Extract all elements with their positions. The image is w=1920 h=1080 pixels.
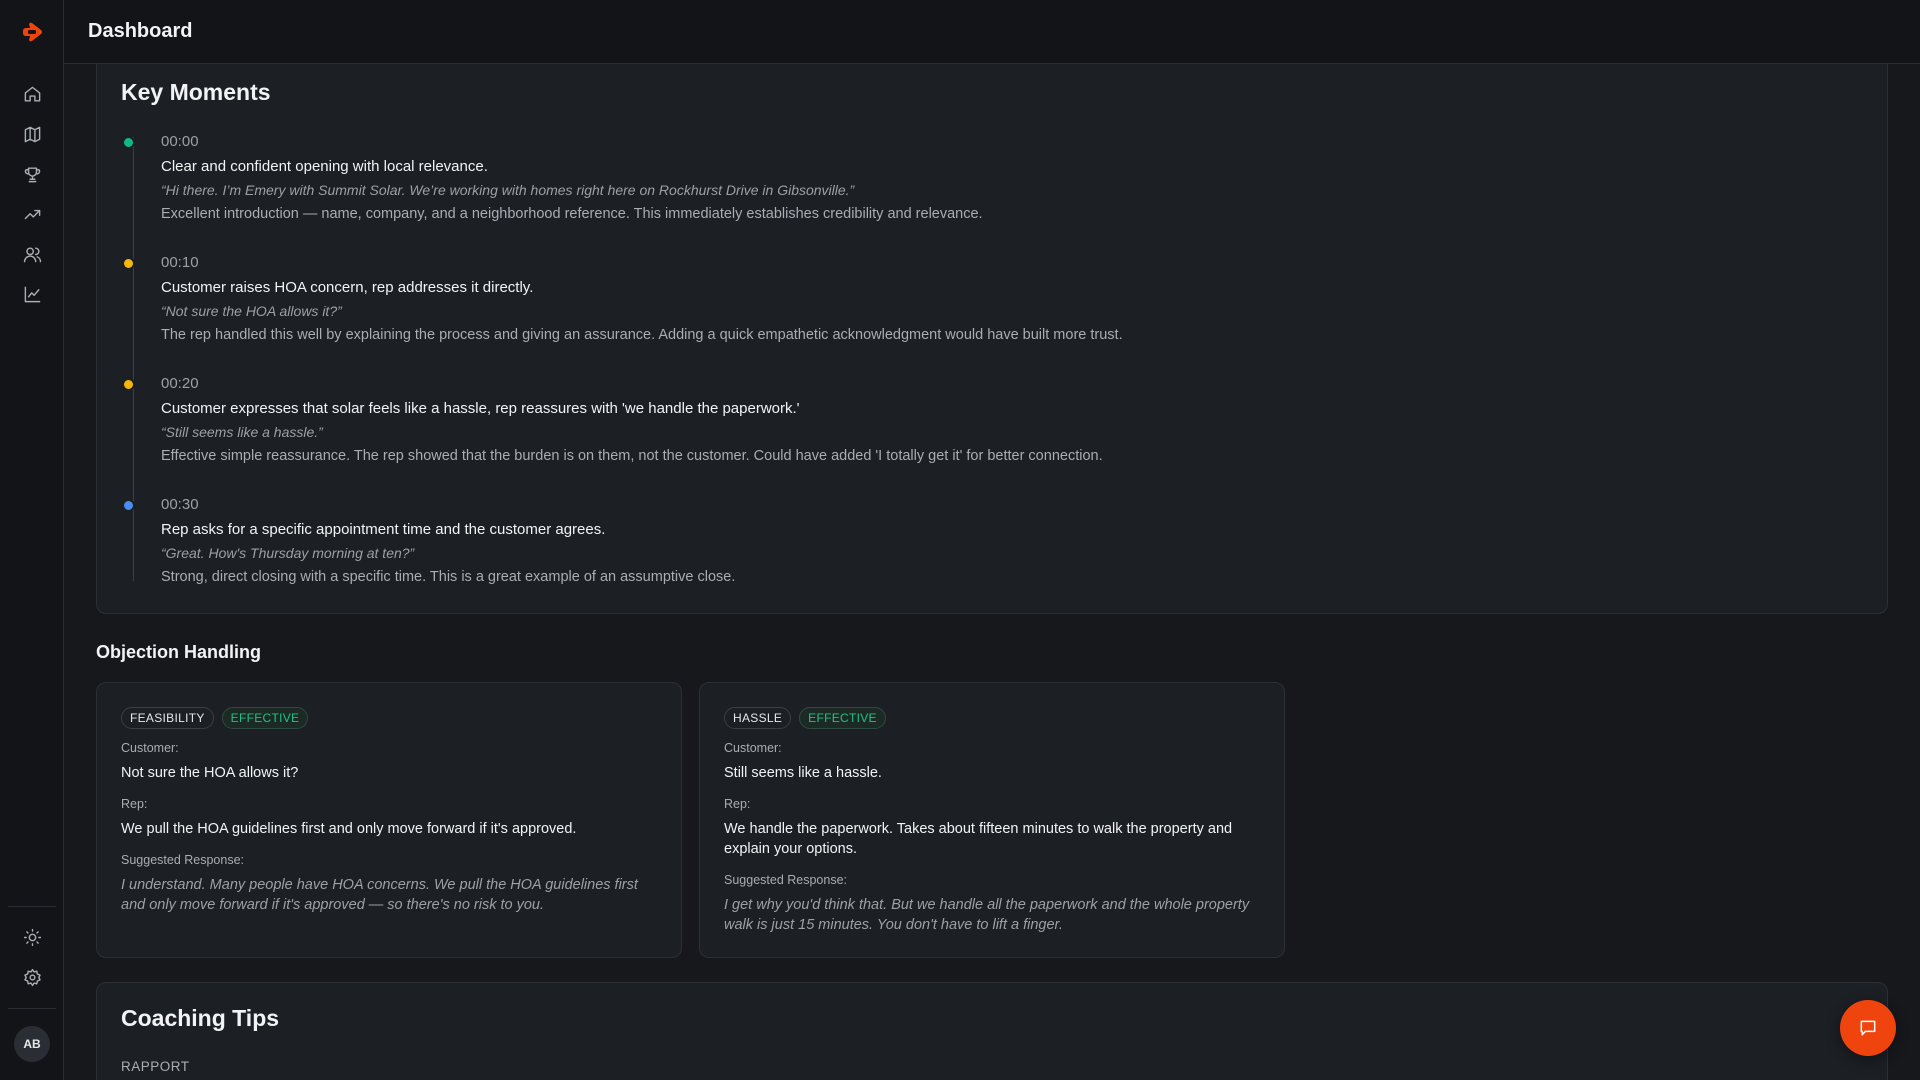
status-dot	[122, 499, 135, 512]
users-icon[interactable]	[20, 242, 44, 266]
status-dot	[122, 136, 135, 149]
sidebar-divider	[8, 1008, 56, 1009]
gear-icon[interactable]	[20, 965, 44, 989]
rep-label: Rep:	[724, 797, 751, 811]
moment-quote: “Great. How's Thursday morning at ten?”	[161, 545, 415, 561]
top-bar: Dashboard	[64, 0, 1920, 64]
moment-note: Strong, direct closing with a specific t…	[161, 569, 736, 585]
objection-tags: FEASIBILITY EFFECTIVE	[121, 707, 309, 729]
customer-text: Still seems like a hassle.	[724, 765, 882, 781]
customer-label: Customer:	[121, 741, 179, 755]
sidebar-divider	[8, 906, 56, 907]
moment-note: Excellent introduction — name, company, …	[161, 206, 983, 222]
key-moments-card: Key Moments 00:00 Clear and confident op…	[96, 64, 1888, 614]
chat-button[interactable]	[1840, 1000, 1896, 1056]
home-icon[interactable]	[20, 82, 44, 106]
brand-logo-icon[interactable]	[20, 20, 44, 44]
moment-time: 00:30	[161, 496, 199, 513]
moment-time: 00:20	[161, 375, 199, 392]
coaching-category-label: RAPPORT	[121, 1059, 190, 1074]
trending-up-icon[interactable]	[20, 202, 44, 226]
result-badge: EFFECTIVE	[799, 707, 886, 729]
line-chart-icon[interactable]	[20, 282, 44, 306]
main-content: Key Moments 00:00 Clear and confident op…	[64, 64, 1920, 1080]
map-icon[interactable]	[20, 122, 44, 146]
suggested-text: I understand. Many people have HOA conce…	[121, 877, 638, 913]
avatar[interactable]: AB	[14, 1026, 50, 1062]
key-moments-title: Key Moments	[121, 79, 271, 105]
suggested-label: Suggested Response:	[121, 853, 245, 867]
sidebar: AB	[0, 0, 64, 1080]
status-dot	[122, 257, 135, 270]
moment-quote: “Not sure the HOA allows it?”	[161, 303, 342, 319]
moment-title: Rep asks for a specific appointment time…	[161, 521, 606, 538]
coaching-tips-card: Coaching Tips RAPPORT	[96, 982, 1888, 1080]
suggested-label: Suggested Response:	[724, 873, 848, 887]
moment-title: Customer raises HOA concern, rep address…	[161, 279, 534, 296]
rep-text: We handle the paperwork. Takes about fif…	[724, 821, 1233, 857]
objection-tags: HASSLE EFFECTIVE	[724, 707, 886, 729]
moment-time: 00:10	[161, 254, 199, 271]
moment-quote: “Still seems like a hassle.”	[161, 424, 323, 440]
page-title: Dashboard	[88, 20, 193, 42]
coaching-tips-title: Coaching Tips	[121, 1005, 280, 1031]
rep-text: We pull the HOA guidelines first and onl…	[121, 821, 577, 837]
customer-label: Customer:	[724, 741, 782, 755]
sun-icon[interactable]	[20, 925, 44, 949]
category-badge: HASSLE	[724, 707, 792, 729]
rep-label: Rep:	[121, 797, 148, 811]
result-badge: EFFECTIVE	[221, 707, 309, 729]
objection-card: HASSLE EFFECTIVE Customer: Still seems l…	[699, 682, 1285, 958]
trophy-icon[interactable]	[20, 162, 44, 186]
status-dot	[122, 378, 135, 391]
moment-note: The rep handled this well by explaining …	[161, 327, 1123, 343]
moment-quote: “Hi there. I’m Emery with Summit Solar. …	[161, 182, 855, 198]
suggested-text: I get why you'd think that. But we handl…	[724, 897, 1250, 933]
moment-title: Clear and confident opening with local r…	[161, 158, 488, 175]
timeline-line	[133, 137, 134, 581]
moment-time: 00:00	[161, 133, 199, 150]
moment-title: Customer expresses that solar feels like…	[161, 400, 800, 417]
chat-icon	[1858, 1018, 1878, 1038]
objection-handling-title: Objection Handling	[96, 642, 261, 662]
objection-card: FEASIBILITY EFFECTIVE Customer: Not sure…	[96, 682, 682, 958]
moment-note: Effective simple reassurance. The rep sh…	[161, 448, 1103, 464]
category-badge: FEASIBILITY	[121, 707, 214, 729]
customer-text: Not sure the HOA allows it?	[121, 765, 299, 781]
